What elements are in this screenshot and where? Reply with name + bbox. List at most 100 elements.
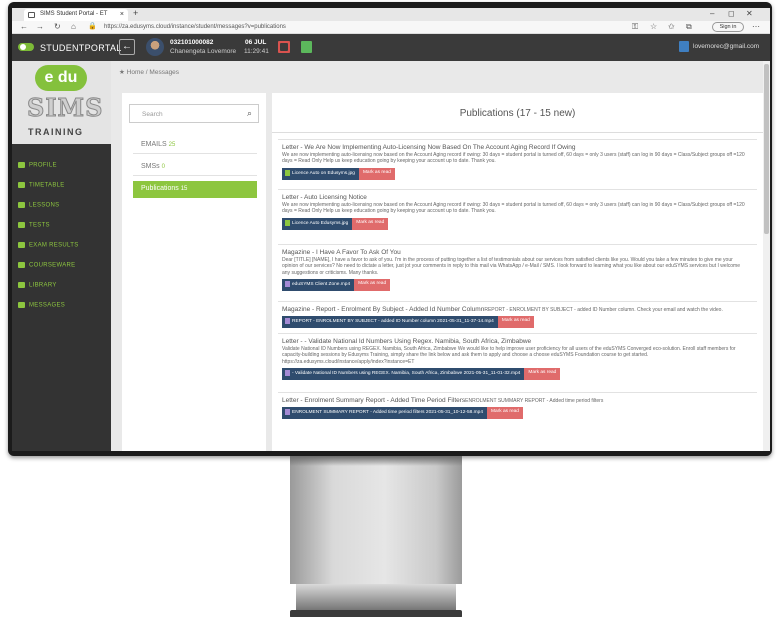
attachment-link[interactable]: REPORT - ENROLMENT BY SUBJECT - added ID… <box>282 316 498 328</box>
sidebar-item-label: LIBRARY <box>29 282 57 289</box>
sidebar-item-exam-results[interactable]: EXAM RESULTS <box>18 242 79 249</box>
sidebar-item-lessons[interactable]: LESSONS <box>18 202 59 209</box>
folder-emails[interactable]: EMAILS 25 <box>133 137 257 154</box>
key-icon[interactable]: ⚿ <box>632 22 638 32</box>
close-window-button[interactable]: ✕ <box>746 9 753 18</box>
attachment-name: ENROLMENT SUMMARY REPORT - Added time pe… <box>292 410 483 415</box>
breadcrumb: ★ Home / Messages <box>119 68 179 76</box>
url-field[interactable]: https://za.edusyms.cloud/instance/studen… <box>104 24 286 30</box>
star-icon[interactable]: ☆ <box>650 22 657 31</box>
message-body: Dear [TITLE] [NAME], I have a favor to a… <box>282 257 740 276</box>
message-item[interactable]: Letter - We Are Now Implementing Auto-Li… <box>278 139 757 180</box>
message-item[interactable]: Magazine - Report - Enrolment By Subject… <box>278 301 757 328</box>
tab-close-icon[interactable]: × <box>120 11 124 18</box>
monitor-icon[interactable] <box>278 41 290 53</box>
attachment-link[interactable]: Licence Auto Edusyms.jpg <box>282 217 353 230</box>
mark-as-read-button[interactable]: Mark as read <box>524 367 561 380</box>
logo-training: TRAINING <box>28 127 84 137</box>
message-title[interactable]: Letter - - Validate National Id Numbers … <box>282 338 757 345</box>
sidebar-item-library[interactable]: LIBRARY <box>18 282 57 289</box>
minimize-button[interactable]: – <box>710 9 714 18</box>
attachment-link[interactable]: eduSYMS Client Zone.mp4 <box>282 278 355 291</box>
test-icon <box>18 222 25 228</box>
search-input[interactable]: Search ⌕ <box>129 104 259 123</box>
sign-in-button[interactable]: Sign in <box>712 22 744 32</box>
folder-smss[interactable]: SMSs 0 <box>133 159 257 176</box>
more-menu-icon[interactable]: ⋯ <box>752 22 760 31</box>
browser-tab[interactable]: SIMS Student Portal - ET × <box>24 9 128 21</box>
breadcrumb-current: Messages <box>149 69 180 76</box>
people-icon <box>18 202 25 208</box>
student-id: 032101000082 <box>170 39 214 46</box>
clock-icon <box>18 182 25 188</box>
attachment-link[interactable]: ENROLMENT SUMMARY REPORT - Added time pe… <box>282 407 487 419</box>
breadcrumb-separator: / <box>145 69 148 76</box>
back-button[interactable]: ← <box>119 39 135 55</box>
message-icon <box>18 302 25 308</box>
sims-logo: e du SIMS TRAINING <box>12 61 111 144</box>
sidebar-item-courseware[interactable]: COURSEWARE <box>18 262 75 269</box>
search-icon[interactable]: ⌕ <box>247 108 252 119</box>
new-tab-button[interactable]: + <box>133 8 138 18</box>
monitor-stand <box>290 456 462 584</box>
message-item[interactable]: Magazine - I Have A Favor To Ask Of You … <box>278 244 757 291</box>
tab-title: SIMS Student Portal - ET <box>40 11 108 17</box>
folder-label: Publications <box>141 185 179 192</box>
monitor-base <box>290 584 462 617</box>
message-title[interactable]: Magazine - I Have A Favor To Ask Of You <box>282 249 757 256</box>
attachment-name: Licence Auto on Edusyms.jpg <box>292 170 355 176</box>
breadcrumb-home-icon[interactable]: ★ <box>119 69 125 76</box>
mark-as-read-button[interactable]: Mark as read <box>352 217 389 230</box>
message-item[interactable]: Letter - Auto Licensing Notice We are no… <box>278 189 757 230</box>
logo-sims: SIMS <box>26 93 104 123</box>
back-arrow-icon[interactable]: ← <box>20 22 28 31</box>
message-title[interactable]: Letter - Auto Licensing Notice <box>282 194 757 201</box>
forward-arrow-icon[interactable]: → <box>36 22 44 31</box>
message-title[interactable]: Magazine - Report - Enrolment By Subject… <box>282 306 757 313</box>
portal-logo-icon <box>18 43 34 51</box>
message-body: We are now implementing auto-licensing n… <box>282 152 745 165</box>
sidebar-item-profile[interactable]: PROFILE <box>18 162 57 169</box>
message-title[interactable]: Letter - Enrolment Summary Report - Adde… <box>282 397 757 404</box>
attachment-name: - Validate National ID Numbers using REG… <box>292 370 521 376</box>
folder-publications[interactable]: Publications 15 <box>133 181 257 198</box>
video-file-icon <box>285 369 290 376</box>
sidebar-item-label: TESTS <box>29 222 50 229</box>
attachment-name: eduSYMS Client Zone.mp4 <box>292 281 351 287</box>
message-item[interactable]: Letter - - Validate National Id Numbers … <box>278 333 757 380</box>
tab-favicon-icon <box>28 12 35 18</box>
message-folders-panel: Search ⌕ EMAILS 25 SMSs 0 Publications 1… <box>122 93 266 451</box>
attachment-link[interactable]: - Validate National ID Numbers using REG… <box>282 367 525 380</box>
sidebar-item-messages[interactable]: MESSAGES <box>18 302 65 309</box>
home-icon[interactable]: ⌂ <box>71 22 76 31</box>
reload-icon[interactable]: ↻ <box>54 22 61 31</box>
favorites-icon[interactable]: ✩ <box>668 22 675 31</box>
message-item[interactable]: Letter - Enrolment Summary Report - Adde… <box>278 392 757 419</box>
scrollbar-thumb[interactable] <box>764 64 769 234</box>
mark-as-read-button[interactable]: Mark as read <box>486 407 523 419</box>
header-date: 06 JUL <box>245 39 267 46</box>
message-inline-body: ENROLMENT SUMMARY REPORT - Added time pe… <box>465 398 604 404</box>
mark-as-read-button[interactable]: Mark as read <box>497 316 534 328</box>
avatar[interactable] <box>146 38 164 56</box>
sidebar-item-timetable[interactable]: TIMETABLE <box>18 182 65 189</box>
sidebar-item-tests[interactable]: TESTS <box>18 222 50 229</box>
attachment-link[interactable]: Licence Auto on Edusyms.jpg <box>282 167 359 180</box>
breadcrumb-home[interactable]: Home <box>127 69 144 76</box>
collections-icon[interactable]: ⧉ <box>686 22 692 32</box>
mark-as-read-button[interactable]: Mark as read <box>354 278 391 291</box>
sidebar-item-label: EXAM RESULTS <box>29 242 79 249</box>
message-title[interactable]: Letter - We Are Now Implementing Auto-Li… <box>282 144 757 151</box>
student-name: Chanengeta Lovemore <box>170 48 237 55</box>
publications-heading: Publications (17 - 15 new) <box>272 93 763 133</box>
document-icon[interactable] <box>301 41 312 53</box>
sidebar: e du SIMS TRAINING PROFILE TIMETABLE LES… <box>12 61 111 451</box>
message-title-text: Magazine - Report - Enrolment By Subject… <box>282 306 485 313</box>
publications-panel: Publications (17 - 15 new) Letter - We A… <box>272 93 763 451</box>
sidebar-item-label: MESSAGES <box>29 302 66 309</box>
folder-label: EMAILS <box>141 141 167 148</box>
browser-tab-bar: SIMS Student Portal - ET × + – ◻ ✕ <box>12 8 770 21</box>
mark-as-read-button[interactable]: Mark as read <box>358 167 395 180</box>
maximize-button[interactable]: ◻ <box>728 9 735 18</box>
user-email-menu[interactable]: lovemorec@gmail.com <box>693 43 759 50</box>
